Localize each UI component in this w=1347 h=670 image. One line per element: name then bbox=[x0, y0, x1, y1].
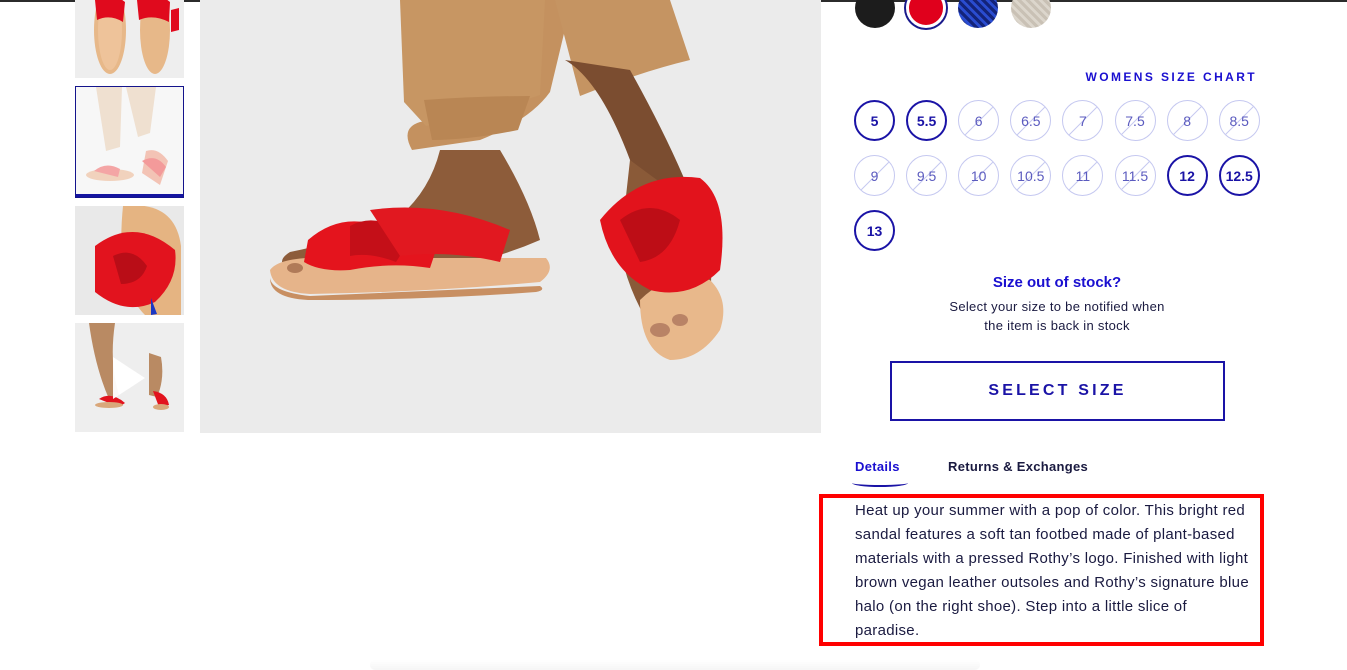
size-label: 5 bbox=[870, 112, 879, 129]
bottom-shadow bbox=[370, 660, 980, 670]
size-option-6[interactable]: 6 bbox=[958, 100, 1000, 141]
thumbnail-top-view[interactable] bbox=[75, 206, 184, 315]
size-label: 6.5 bbox=[1021, 112, 1041, 129]
swatch-black[interactable] bbox=[855, 0, 895, 28]
thumbnail-sole-view[interactable] bbox=[75, 0, 184, 78]
size-option-6-5[interactable]: 6.5 bbox=[1010, 100, 1052, 141]
walking-video-image bbox=[75, 323, 184, 432]
size-option-11-5[interactable]: 11.5 bbox=[1114, 155, 1156, 196]
main-product-image[interactable] bbox=[200, 0, 821, 433]
swatch-navy[interactable] bbox=[958, 0, 998, 28]
size-option-8-5[interactable]: 8.5 bbox=[1218, 100, 1260, 141]
sandal-top-image bbox=[75, 206, 184, 315]
size-label: 6 bbox=[974, 112, 983, 129]
size-label: 9 bbox=[870, 167, 879, 184]
size-option-5-5[interactable]: 5.5 bbox=[906, 100, 948, 141]
swatch-beige[interactable] bbox=[1011, 0, 1051, 28]
thumbnail-video[interactable] bbox=[75, 323, 184, 432]
product-description: Heat up your summer with a pop of color.… bbox=[855, 502, 1249, 639]
select-size-button[interactable]: SELECT SIZE bbox=[890, 361, 1225, 421]
size-label: 9.5 bbox=[916, 167, 937, 184]
size-label: 8 bbox=[1183, 112, 1191, 129]
size-label: 7 bbox=[1078, 112, 1087, 129]
size-label: 11.5 bbox=[1121, 167, 1149, 184]
out-of-stock-line-1: Select your size to be notified when bbox=[949, 299, 1165, 314]
size-label: 5.5 bbox=[916, 112, 937, 129]
size-label: 10 bbox=[970, 167, 987, 184]
size-option-10[interactable]: 10 bbox=[958, 155, 1000, 196]
out-of-stock-line-2: the item is back in stock bbox=[984, 318, 1130, 333]
size-option-8[interactable]: 8 bbox=[1166, 100, 1208, 141]
size-option-9-5[interactable]: 9.5 bbox=[906, 155, 948, 196]
size-label: 12 bbox=[1179, 167, 1195, 184]
out-of-stock-title[interactable]: Size out of stock? bbox=[857, 274, 1257, 291]
size-label: 11 bbox=[1075, 167, 1091, 184]
size-label: 7.5 bbox=[1125, 112, 1145, 129]
thumbnail-worn-view[interactable] bbox=[75, 86, 184, 198]
size-option-7[interactable]: 7 bbox=[1062, 100, 1104, 141]
size-label: 12.5 bbox=[1225, 167, 1253, 184]
tab-details[interactable]: Details bbox=[855, 459, 900, 474]
size-label: 8.5 bbox=[1229, 112, 1249, 129]
size-option-10-5[interactable]: 10.5 bbox=[1010, 155, 1052, 196]
tab-returns-exchanges[interactable]: Returns & Exchanges bbox=[948, 459, 1088, 474]
swatch-red-selected[interactable] bbox=[906, 0, 946, 28]
out-of-stock-text: Select your size to be notified when the… bbox=[900, 297, 1214, 335]
size-option-12-5[interactable]: 12.5 bbox=[1218, 155, 1260, 196]
size-option-9[interactable]: 9 bbox=[854, 155, 895, 196]
size-option-7-5[interactable]: 7.5 bbox=[1114, 100, 1156, 141]
size-option-5[interactable]: 5 bbox=[854, 100, 895, 141]
size-chart-link[interactable]: WOMENS SIZE CHART bbox=[1060, 70, 1257, 84]
sandal-sole-image bbox=[75, 0, 184, 78]
size-label: 13 bbox=[866, 222, 883, 239]
size-option-12[interactable]: 12 bbox=[1166, 155, 1208, 196]
size-option-11[interactable]: 11 bbox=[1062, 155, 1104, 196]
tab-details-underline bbox=[852, 479, 908, 487]
red-sandal-photo bbox=[200, 0, 821, 433]
size-label: 10.5 bbox=[1017, 167, 1045, 184]
size-option-13[interactable]: 13 bbox=[854, 210, 895, 251]
worn-sandal-image bbox=[76, 87, 183, 194]
